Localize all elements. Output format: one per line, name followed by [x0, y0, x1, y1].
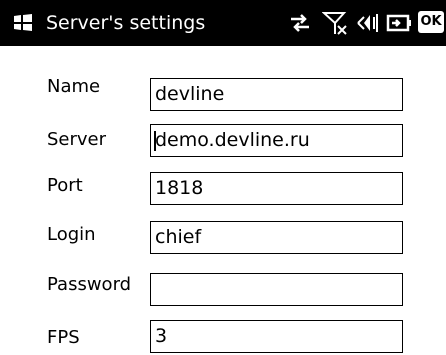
title-bar: Server's settings OK — [0, 0, 446, 46]
windows-start-icon[interactable] — [12, 13, 34, 33]
name-label: Name — [47, 76, 101, 97]
ok-button[interactable]: OK — [418, 11, 444, 33]
server-field-value: demo.devline.ru — [155, 129, 310, 151]
port-field[interactable]: 1818 — [150, 172, 403, 205]
ok-button-label: OK — [420, 14, 442, 29]
password-field[interactable] — [150, 273, 403, 306]
fps-label: FPS — [47, 327, 80, 348]
battery-plug-icon[interactable] — [386, 11, 412, 35]
window-title: Server's settings — [46, 12, 206, 34]
speaker-muted-icon[interactable] — [356, 11, 380, 35]
text-cursor — [154, 131, 156, 151]
no-signal-icon[interactable] — [322, 11, 348, 35]
login-field[interactable]: chief — [150, 221, 403, 254]
fps-field[interactable]: 3 — [150, 320, 403, 353]
connectivity-arrows-icon[interactable] — [288, 11, 312, 35]
server-settings-form: Name devline Server demo.devline.ru Port… — [0, 46, 446, 355]
password-label: Password — [47, 274, 132, 295]
name-field[interactable]: devline — [150, 78, 403, 111]
port-label: Port — [47, 175, 83, 196]
login-label: Login — [47, 224, 96, 245]
server-field[interactable]: demo.devline.ru — [150, 124, 403, 157]
server-label: Server — [47, 129, 107, 150]
